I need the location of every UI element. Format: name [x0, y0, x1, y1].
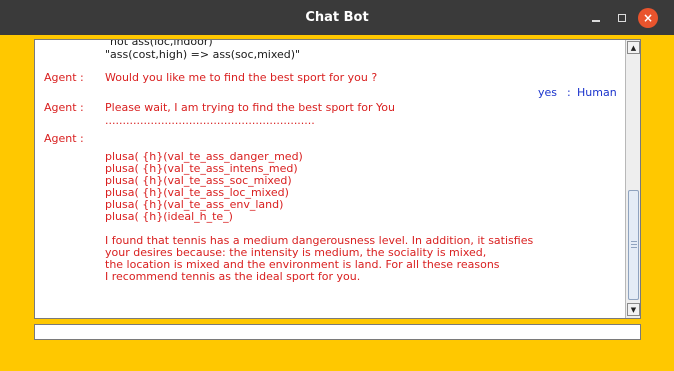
scrollbar-thumb[interactable]: [628, 190, 639, 300]
transcript-line: "not ass(loc,indoor)": [105, 39, 218, 48]
minimize-button[interactable]: [586, 8, 606, 28]
agent-label: Agent :: [44, 101, 84, 114]
title-bar[interactable]: Chat Bot ×: [0, 0, 674, 35]
chat-bot-window: Chat Bot × "not ass(loc,indoor)" "ass(co…: [0, 0, 674, 371]
chat-transcript[interactable]: "not ass(loc,indoor)" "ass(cost,high) =>…: [34, 39, 641, 319]
transcript-line: "ass(cost,high) => ass(soc,mixed)": [105, 48, 301, 61]
agent-message: Would you like me to find the best sport…: [105, 71, 378, 84]
minimize-icon: [592, 20, 600, 22]
message-input[interactable]: [34, 324, 641, 340]
human-message: yes: [538, 86, 558, 99]
close-button[interactable]: ×: [638, 8, 658, 28]
arrow-up-icon: ▲: [630, 43, 637, 52]
vertical-scrollbar[interactable]: ▲ ▼: [625, 40, 640, 318]
maximize-icon: [618, 14, 626, 22]
maximize-button[interactable]: [612, 8, 632, 28]
window-title: Chat Bot: [305, 10, 369, 25]
agent-label: Agent :: [44, 132, 84, 145]
arrow-down-icon: ▼: [630, 305, 637, 314]
scroll-down-button[interactable]: ▼: [627, 303, 640, 316]
chat-content: "not ass(loc,indoor)" "ass(cost,high) =>…: [35, 40, 625, 318]
human-label: Human: [577, 86, 617, 99]
agent-message: Please wait, I am trying to find the bes…: [105, 101, 395, 114]
grip-icon: [631, 241, 637, 250]
rule-line: plusa( {h}(ideal_h_te_): [105, 210, 233, 223]
agent-message-dots: ........................................…: [105, 114, 315, 127]
human-label-colon: :: [567, 86, 571, 99]
close-icon: ×: [642, 11, 654, 25]
scroll-up-button[interactable]: ▲: [627, 41, 640, 54]
agent-label: Agent :: [44, 71, 84, 84]
result-line: I recommend tennis as the ideal sport fo…: [105, 270, 361, 283]
